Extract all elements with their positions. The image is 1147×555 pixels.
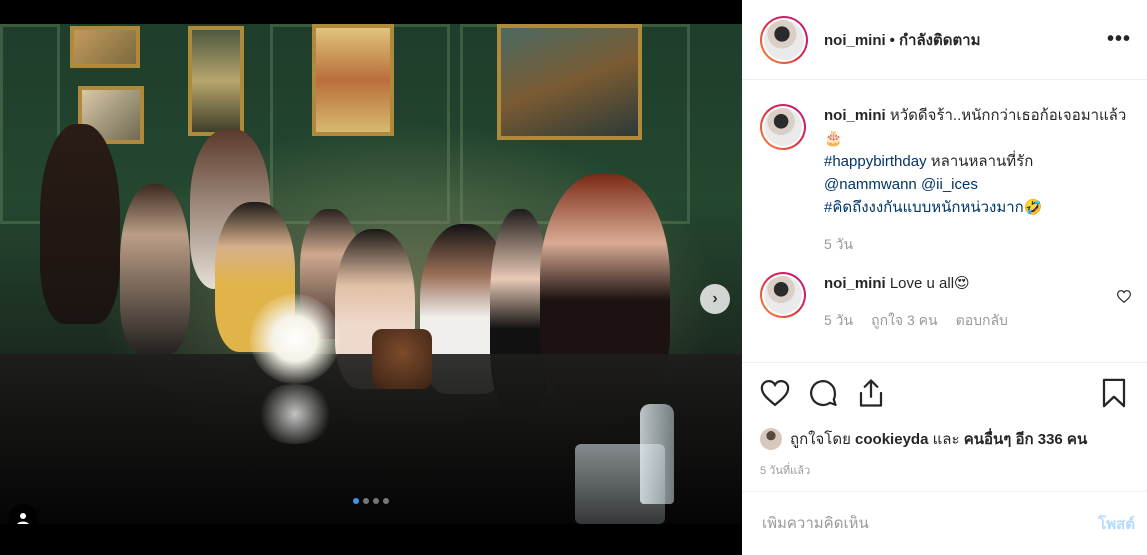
author-avatar[interactable]: [760, 15, 808, 64]
reply-comment: noi_mini Love u all😍 5 วัน ถูกใจ 3 คน ตอ…: [760, 272, 1132, 332]
save-bookmark-icon[interactable]: [1101, 378, 1131, 408]
author-header-text: noi_mini • กำลังติดตาม: [824, 31, 981, 49]
caption-comment: noi_mini หวัดดีจร้า..หนักกว่าเธอก้อเจอมา…: [760, 104, 1131, 256]
carousel-dot: [383, 498, 389, 504]
share-icon[interactable]: [856, 378, 886, 408]
hashtag-link[interactable]: #happybirthday: [824, 153, 927, 170]
carousel-dot: [373, 498, 379, 504]
reply-text: noi_mini Love u all😍: [824, 275, 970, 292]
mention-link[interactable]: @ii_ices: [921, 176, 978, 193]
carousel-dot: [363, 498, 369, 504]
likes-summary: ถูกใจโดย cookieyda และ คนอื่นๆ อีก 336 ค…: [760, 427, 1131, 451]
instagram-post-modal: › noi_mini • กำลังติดตาม ••• noi_mini หว…: [0, 0, 1147, 555]
caption-author-avatar[interactable]: [760, 104, 806, 150]
post-actions: ถูกใจโดย cookieyda และ คนอื่นๆ อีก 336 ค…: [742, 362, 1147, 479]
carousel-dot: [353, 498, 359, 504]
hashtag-link[interactable]: #คิดถึงงงกันแบบหนักหน่วงมาก🤣: [824, 199, 1042, 216]
carousel-indicator: [0, 498, 742, 504]
mention-link[interactable]: @nammwann: [824, 176, 917, 193]
reply-time[interactable]: 5 วัน: [824, 309, 853, 332]
reply-button[interactable]: ตอบกลับ: [956, 309, 1008, 332]
add-comment-bar: โพสต์: [742, 491, 1147, 555]
caption-time[interactable]: 5 วัน: [824, 233, 853, 256]
reply-likes-count[interactable]: ถูกใจ 3 คน: [871, 309, 938, 332]
liker-avatar[interactable]: [760, 428, 782, 450]
user-tag-icon: [17, 513, 29, 524]
like-heart-icon[interactable]: [760, 378, 790, 408]
next-photo-button[interactable]: ›: [700, 284, 730, 314]
post-comment-button[interactable]: โพสต์: [1098, 512, 1135, 536]
post-details-pane: noi_mini • กำลังติดตาม ••• noi_mini หวัดดี…: [742, 0, 1147, 555]
post-header: noi_mini • กำลังติดตาม •••: [742, 0, 1147, 80]
more-options-icon[interactable]: •••: [1107, 28, 1131, 51]
caption-username[interactable]: noi_mini: [824, 107, 886, 124]
post-timestamp[interactable]: 5 วันที่แล้ว: [760, 461, 1131, 479]
liker-username[interactable]: cookieyda: [855, 431, 928, 448]
reply-author-avatar[interactable]: [760, 272, 806, 318]
like-comment-heart-icon[interactable]: [1116, 290, 1132, 308]
reply-username[interactable]: noi_mini: [824, 275, 886, 292]
comment-bubble-icon[interactable]: [808, 378, 838, 408]
caption-text: noi_mini หวัดดีจร้า..หนักกว่าเธอก้อเจอมา…: [824, 107, 1127, 216]
other-likers-link[interactable]: คนอื่นๆ อีก 336 คน: [964, 427, 1088, 451]
author-username[interactable]: noi_mini: [824, 32, 886, 49]
comment-input[interactable]: [762, 515, 1099, 532]
follow-status-button[interactable]: กำลังติดตาม: [899, 32, 981, 49]
post-photo[interactable]: ›: [0, 24, 742, 524]
photo-pane: ›: [0, 0, 742, 555]
comments-section: noi_mini หวัดดีจร้า..หนักกว่าเธอก้อเจอมา…: [742, 80, 1147, 365]
